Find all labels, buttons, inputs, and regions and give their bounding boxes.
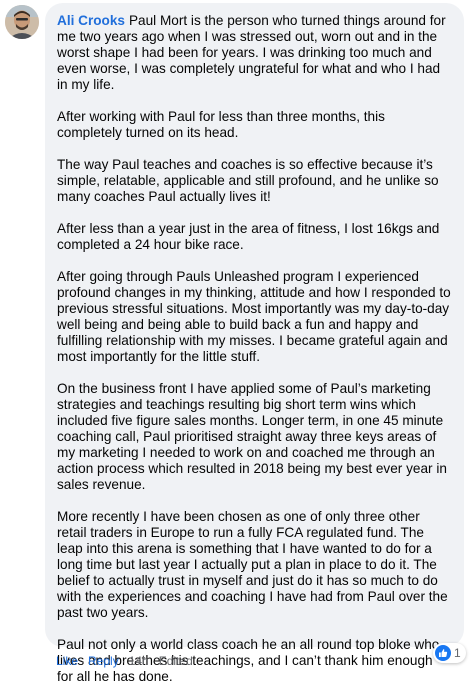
like-button[interactable]: Like — [56, 654, 78, 668]
comment-paragraph: Ali Crooks Paul Mort is the person who tu… — [57, 13, 452, 93]
separator: · — [151, 654, 156, 668]
comment-paragraph: More recently I have been chosen as one … — [57, 509, 448, 620]
comment-paragraph: After less than a year just in the area … — [57, 221, 440, 252]
comment-actions: Like · Reply · 14h · Edited — [56, 654, 193, 668]
like-icon — [435, 645, 451, 661]
avatar[interactable] — [5, 5, 39, 39]
separator: · — [81, 654, 86, 668]
edited-label: Edited — [158, 654, 193, 668]
comment-author[interactable]: Ali Crooks — [57, 13, 125, 28]
reaction-count-badge[interactable]: 1 — [433, 643, 466, 663]
reaction-count: 1 — [454, 646, 461, 660]
comment-paragraph: After going through Pauls Unleashed prog… — [57, 269, 451, 364]
separator: · — [121, 654, 126, 668]
comment-timestamp[interactable]: 14h — [129, 654, 149, 668]
comment-paragraph: After working with Paul for less than th… — [57, 109, 385, 140]
comment-bubble: Ali Crooks Paul Mort is the person who tu… — [45, 3, 464, 684]
avatar-photo — [5, 5, 39, 39]
reply-button[interactable]: Reply — [88, 654, 119, 668]
comment-paragraph: On the business front I have applied som… — [57, 381, 447, 492]
comment-paragraph: The way Paul teaches and coaches is so e… — [57, 157, 439, 204]
